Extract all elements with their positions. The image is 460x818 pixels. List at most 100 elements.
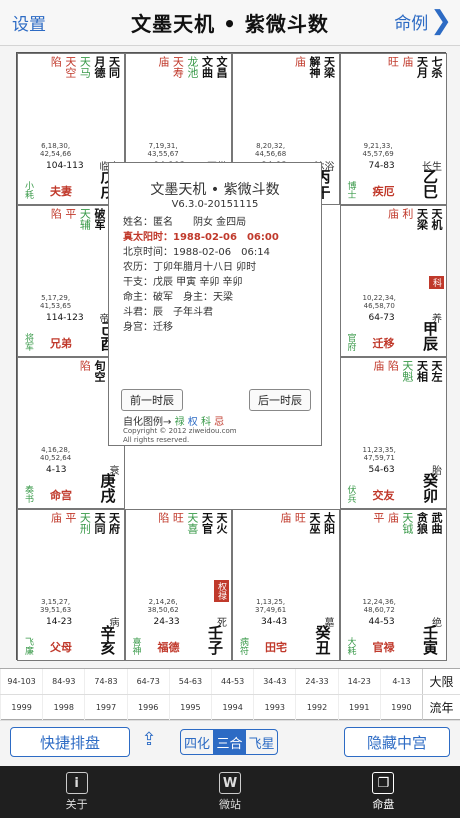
grid-cell[interactable]: 1992	[295, 695, 337, 720]
star-name: 天魁	[400, 360, 414, 382]
palace-ganzhi: 辛亥	[98, 625, 117, 655]
star-brightness: 庙	[386, 512, 400, 523]
star-brightness: 庙	[371, 360, 385, 371]
star-name: 天巫	[307, 512, 321, 534]
star-brightness: 天空	[63, 56, 77, 78]
grid-cell[interactable]: 14-23	[337, 669, 380, 694]
palace-boshi: 将军	[23, 333, 33, 351]
palace-cell[interactable]: 七杀 天月庙旺 9,21,33, 45,57,69 长生 博士 74-83 疾厄 乙巳	[339, 53, 447, 205]
share-icon[interactable]: ⇪	[138, 729, 160, 753]
star-name: 解神	[307, 56, 321, 78]
grid-cell[interactable]: 74-83	[84, 669, 126, 694]
tab-microsite[interactable]: W 微站	[153, 766, 306, 818]
grid-cell[interactable]: 34-43	[253, 669, 295, 694]
grid-cell[interactable]: 1990	[379, 695, 422, 720]
palace-cell[interactable]: 天火 天官 天喜旺陷 2,14,26, 38,50,62 死 喜神 24-33 福德 壬…	[124, 509, 232, 661]
star-name: 文曲	[200, 56, 214, 78]
palace-cell[interactable]: 天左 天相 天魁陷庙 11,23,35, 47,59,71 胎 伏兵 54-63 交友 …	[339, 357, 447, 509]
tab-chart[interactable]: ❐ 命盘	[307, 766, 460, 818]
star-brightness: 庙	[386, 208, 400, 219]
palace-stars: 廉贞破军天辅平陷	[22, 208, 120, 230]
palace-ages: 5,17,29, 41,53,65	[40, 294, 72, 311]
palace-cell[interactable]: 太阳 天巫旺庙 1,13,25, 37,49,61 墓 病符 34-43 田宅 癸丑	[232, 509, 340, 661]
hide-center-button[interactable]: 隐藏中宫	[344, 727, 450, 757]
grid-cell[interactable]: 44-53	[211, 669, 253, 694]
palace-range: 44-53	[368, 617, 395, 627]
tab-about[interactable]: i 关于	[0, 766, 153, 818]
star-name: 天喜	[185, 512, 199, 534]
grid-cell[interactable]: 1994	[211, 695, 253, 720]
cases-button[interactable]: 命例 ❯	[394, 8, 452, 34]
star-brightness: 庙	[49, 512, 63, 523]
grid-label: 流年	[422, 695, 460, 720]
sihua-badge: 科	[429, 276, 444, 289]
palace-cell[interactable]: 武曲 贪狼 天钺庙平 12,24,36, 48,60,72 绝 大耗 44-53 官禄 …	[339, 509, 447, 661]
palace-name: 官禄	[372, 641, 395, 654]
star-name: 贪狼	[415, 512, 429, 534]
grid-cell[interactable]: 1997	[84, 695, 126, 720]
grid-row-daxian: 94-103 84-93 74-83 64-73 54-63 44-53 34-43 24-3…	[0, 669, 460, 695]
quick-chart-button[interactable]: 快捷排盘	[10, 727, 130, 757]
palace-name: 疾厄	[372, 185, 395, 198]
star-name: 天火	[215, 512, 228, 534]
grid-row-liunian: 1999 1998 1997 1996 1995 1994 1993 1992 1991 1990…	[0, 695, 460, 721]
grid-cell[interactable]: 1999	[0, 695, 42, 720]
info-line: 身宫：迁移	[123, 322, 173, 333]
star-brightness: 旺	[386, 56, 400, 67]
palace-name: 交友	[372, 489, 395, 502]
star-brightness: 陷	[386, 360, 400, 371]
palace-stars: 七杀 天月庙旺	[345, 56, 443, 78]
settings-button[interactable]: 设置	[12, 10, 46, 35]
palace-name: 父母	[50, 641, 72, 654]
star-brightness: 庙	[400, 56, 414, 67]
star-brightness: 平	[371, 512, 385, 523]
palace-ages: 7,19,31, 43,55,67	[147, 142, 179, 159]
grid-cell[interactable]: 4-13	[379, 669, 422, 694]
star-name: 天府	[107, 512, 121, 534]
sihua-badge: 权禄	[214, 580, 229, 602]
grid-cell[interactable]: 84-93	[42, 669, 84, 694]
grid-cell[interactable]: 94-103	[0, 669, 42, 694]
star-name: 武曲	[430, 512, 443, 534]
grid-cell[interactable]: 1995	[168, 695, 211, 720]
palace-range: 4-13	[46, 465, 67, 475]
palace-ages: 8,20,32, 44,56,68	[255, 142, 287, 159]
star-name: 天同	[107, 56, 121, 78]
star-name: 天机	[430, 208, 443, 230]
seg-feixing[interactable]: 飞星	[245, 730, 277, 754]
grid-cell[interactable]: 1996	[126, 695, 169, 720]
info-line: 命主：破军 身主：天梁	[123, 292, 233, 303]
palace-stars: 文昌 文曲 龙池 天寿庙	[130, 56, 228, 78]
grid-cell[interactable]: 1993	[253, 695, 295, 720]
palace-cell[interactable]: 天机 天梁利庙 10,22,34, 46,58,70 养 官府 64-73 迁移 甲辰…	[339, 205, 447, 357]
star-brightness: 陷	[49, 56, 63, 67]
palace-ages: 10,22,34, 46,58,70	[362, 294, 396, 311]
palace-name: 田宅	[265, 641, 287, 654]
palace-ages: 11,23,35, 47,59,71	[362, 446, 396, 463]
palace-cell[interactable]: 天府 天同 天刑平庙 3,15,27, 39,51,63 病 飞廉 14-23 父母 辛…	[17, 509, 125, 661]
grid-cell[interactable]: 64-73	[126, 669, 169, 694]
next-hour-button[interactable]: 后一时辰	[249, 389, 311, 411]
info-line: 北京时间：1988-02-06 06:14	[123, 247, 270, 258]
star-brightness: 利	[400, 208, 414, 219]
palace-range: 74-83	[368, 161, 395, 171]
palace-boshi: 喜神	[130, 637, 141, 655]
star-name: 月德	[92, 56, 106, 78]
seg-sihua[interactable]: 四化	[181, 730, 213, 754]
info-line: 斗君：辰 子年斗君	[123, 307, 213, 318]
palace-range: 14-23	[46, 617, 73, 627]
grid-cell[interactable]: 1991	[337, 695, 380, 720]
seg-sanhe[interactable]: 三合	[213, 730, 245, 754]
prev-hour-button[interactable]: 前一时辰	[121, 389, 183, 411]
palace-ages: 4,16,28, 40,52,64	[40, 446, 72, 463]
star-name: 天同	[92, 512, 106, 534]
grid-cell[interactable]: 24-33	[295, 669, 337, 694]
chevron-right-icon: ❯	[430, 6, 452, 36]
star-name: 天梁	[415, 208, 429, 230]
palace-boshi: 官府	[345, 333, 356, 351]
palace-stars: 天机 天梁利庙	[345, 208, 443, 230]
palace-boshi: 博士	[345, 181, 356, 199]
grid-cell[interactable]: 54-63	[168, 669, 211, 694]
star-name: 天左	[430, 360, 443, 382]
grid-cell[interactable]: 1998	[42, 695, 84, 720]
